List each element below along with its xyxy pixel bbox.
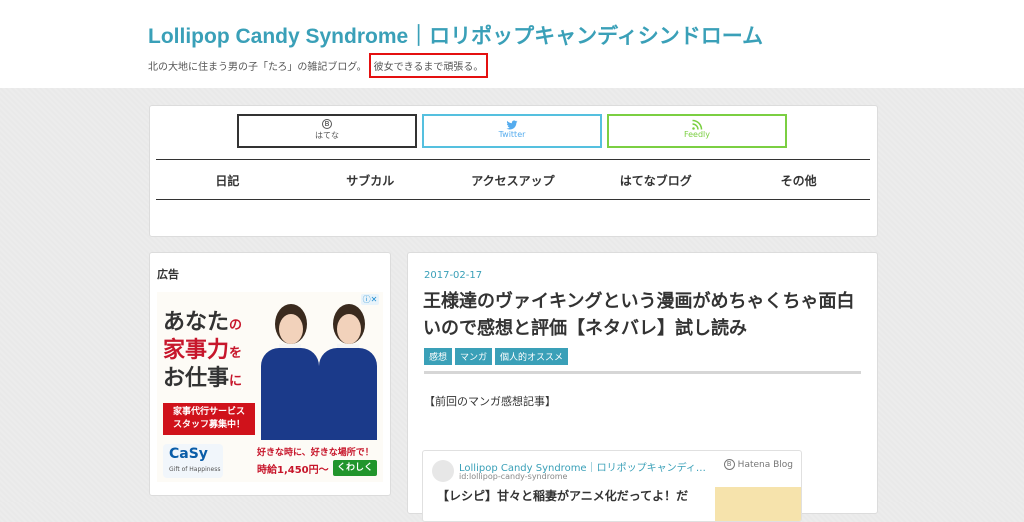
hatena-follow-button[interactable]: B はてな xyxy=(237,114,417,148)
menu-item-access-up[interactable]: アクセスアップ xyxy=(442,172,585,189)
feedly-label: Feedly xyxy=(683,130,711,139)
ad-staff-photo-left xyxy=(261,304,319,440)
casy-logo: CaSy Gift of Happiness xyxy=(163,444,223,478)
twitter-follow-button[interactable]: Twitter xyxy=(422,114,602,148)
embed-thumbnail xyxy=(715,487,801,521)
blog-avatar xyxy=(432,460,454,482)
advertisement-banner[interactable]: ⓘ✕ あなたの 家事力を お仕事に 家事代行サービス スタッフ募集中！ CaSy… xyxy=(157,292,383,482)
article-date[interactable]: 2017-02-17 xyxy=(424,270,482,281)
ad-wage: 時給1,450円～ xyxy=(257,465,329,476)
ad-recruit-badge: 家事代行サービス スタッフ募集中！ xyxy=(163,403,255,435)
menu-top-rule xyxy=(156,159,870,160)
article-title[interactable]: 王様達のヴァイキングという漫画がめちゃくちゃ面白いので感想と評価【ネタバレ】試し… xyxy=(423,288,863,342)
category-tag[interactable]: マンガ xyxy=(455,348,493,365)
twitter-label: Twitter xyxy=(498,130,526,139)
blog-embed-card[interactable]: Lollipop Candy Syndrome｜ロリポップキャンディシンド… i… xyxy=(422,450,802,522)
title-divider xyxy=(424,371,861,374)
category-tag[interactable]: 個人的オススメ xyxy=(495,348,569,365)
hatena-label: はてな xyxy=(315,131,339,140)
category-tag[interactable]: 感想 xyxy=(424,348,453,365)
hatena-icon: B xyxy=(322,119,332,129)
category-menu: 日記 サブカル アクセスアップ はてなブログ その他 xyxy=(156,172,870,189)
ad-staff-photo-right xyxy=(319,304,377,440)
ad-headline-3: お仕事に xyxy=(163,366,243,391)
tagline-highlight: 彼女できるまで頑張る。 xyxy=(368,53,489,78)
menu-bottom-rule xyxy=(156,199,870,200)
navigation-panel: B はてな Twitter Feedly 日記 サブカル アクセスアップ はてな… xyxy=(149,105,878,237)
site-header: Lollipop Candy Syndrome｜ロリポップキャンディシンドローム… xyxy=(0,0,1024,88)
ad-details-button[interactable]: くわしく xyxy=(333,460,377,476)
feedly-follow-button[interactable]: Feedly xyxy=(607,114,787,148)
hatena-b-icon: B xyxy=(723,459,735,470)
article-categories: 感想 マンガ 個人的オススメ xyxy=(424,348,569,365)
article-card: 2017-02-17 王様達のヴァイキングという漫画がめちゃくちゃ面白いので感想… xyxy=(407,252,878,522)
embed-blog-id: id:lollipop-candy-syndrome xyxy=(459,472,568,481)
ad-heading: 広告 xyxy=(157,268,179,281)
sidebar-ad-module: 広告 ⓘ✕ あなたの 家事力を お仕事に 家事代行サービス スタッフ募集中！ C… xyxy=(149,252,391,496)
site-title-link[interactable]: Lollipop Candy Syndrome｜ロリポップキャンディシンドローム xyxy=(148,20,763,50)
article-body-text: 【前回のマンガ感想記事】 xyxy=(424,395,556,408)
menu-item-diary[interactable]: 日記 xyxy=(156,172,299,189)
site-tagline: 北の大地に住まう男の子「たろ」の雑記ブログ。 彼女できるまで頑張る。 xyxy=(148,53,489,78)
tagline-text: 北の大地に住まう男の子「たろ」の雑記ブログ。 xyxy=(148,62,367,73)
menu-item-subculture[interactable]: サブカル xyxy=(299,172,442,189)
ad-tagline: 好きな時に、好きな場所で！ xyxy=(257,448,374,458)
embed-entry-title[interactable]: 【レシピ】甘々と稲妻がアニメ化だってよ！だ xyxy=(437,487,688,504)
menu-item-hatena-blog[interactable]: はてなブログ xyxy=(584,172,727,189)
menu-item-other[interactable]: その他 xyxy=(727,172,870,189)
hatena-blog-badge: B Hatena Blog xyxy=(723,459,793,470)
